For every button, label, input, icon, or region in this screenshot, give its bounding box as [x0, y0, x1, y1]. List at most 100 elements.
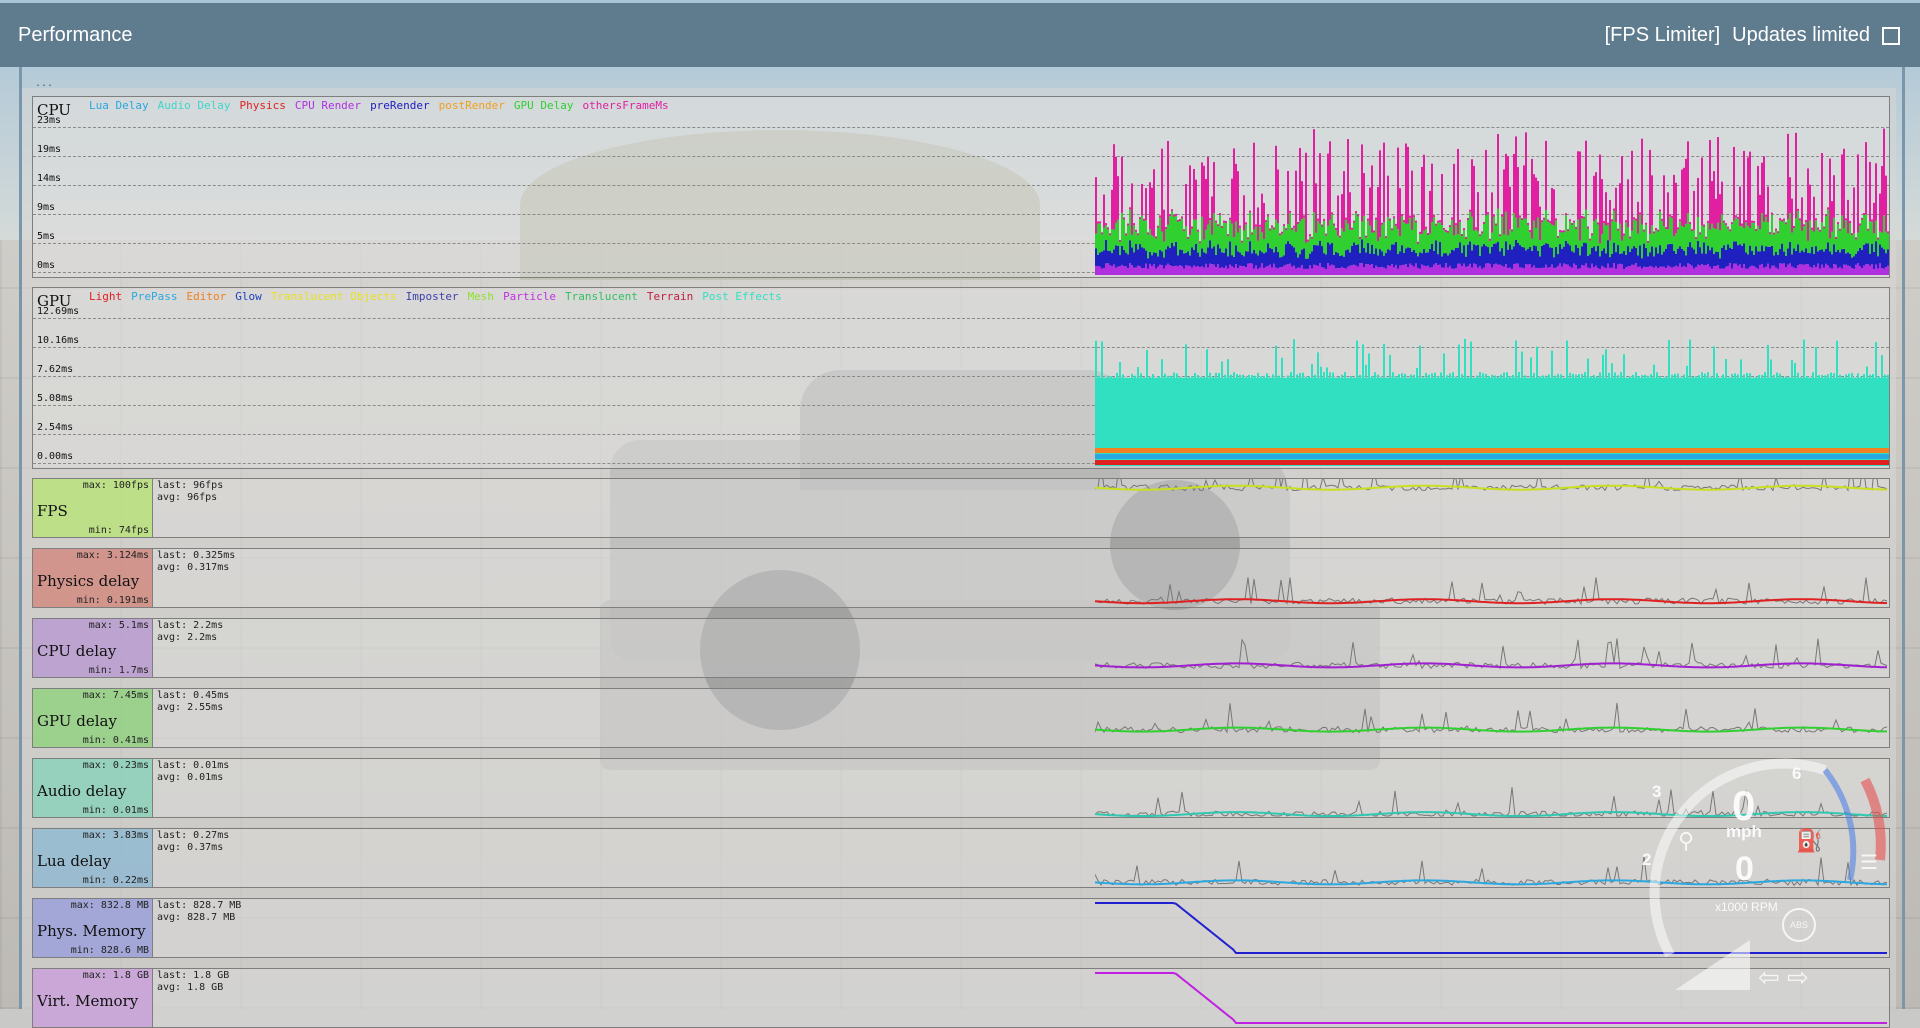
gpu-spike [1575, 375, 1577, 378]
cpu-bar [1195, 180, 1197, 220]
cpu-bar [1707, 223, 1709, 246]
cpu-bar [1141, 184, 1143, 215]
cpu-bar [1625, 267, 1627, 275]
cpu-bar [1425, 229, 1427, 253]
cpu-bar [1381, 223, 1383, 225]
cpu-bar [1877, 256, 1879, 268]
cpu-bar [1835, 237, 1837, 239]
cpu-bar [1407, 147, 1409, 224]
metric-max: max: 7.45ms [33, 690, 149, 701]
cpu-bar [1517, 228, 1519, 243]
cpu-bar [1271, 227, 1273, 248]
cpu-bar [1379, 237, 1381, 249]
cpu-bar [1427, 235, 1429, 252]
cpu-bar [1245, 267, 1247, 275]
cpu-bar [1367, 264, 1369, 275]
cpu-bar [1649, 266, 1651, 275]
updates-limited-checkbox[interactable] [1882, 27, 1900, 45]
gpu-spike [1278, 376, 1280, 378]
cpu-bar [1599, 269, 1601, 275]
cpu-bar [1125, 266, 1127, 275]
cpu-bar [1459, 264, 1461, 275]
window-titlebar[interactable]: Performance [FPS Limiter] Updates limite… [0, 3, 1920, 67]
metric-row: max: 7.45ms GPU delay min: 0.41ms last: … [32, 688, 1890, 748]
cpu-bar [1677, 249, 1679, 267]
cpu-bar [1127, 268, 1129, 275]
cpu-bar [1339, 238, 1341, 256]
gpu-spike [1602, 355, 1604, 378]
cpu-bar [1799, 253, 1801, 265]
cpu-bar [1555, 247, 1557, 268]
cpu-bar [1685, 159, 1687, 224]
cpu-bar [1763, 268, 1765, 275]
gpu-spike [1302, 373, 1304, 378]
cpu-bar [1695, 239, 1697, 254]
cpu-bar [1849, 221, 1851, 223]
cpu-bar [1313, 265, 1315, 275]
cpu-bar [1683, 227, 1685, 251]
gpu-spike [1551, 351, 1553, 378]
cpu-bar [1345, 250, 1347, 268]
cpu-bar [1779, 220, 1781, 249]
cpu-bar [1639, 266, 1641, 275]
cpu-bar [1351, 265, 1353, 275]
cpu-bar [1807, 253, 1809, 264]
cpu-bar [1707, 264, 1709, 275]
cpu-bar [1257, 269, 1259, 275]
cpu-bar [1349, 230, 1351, 253]
cpu-bar [1471, 268, 1473, 275]
cpu-bar [1325, 269, 1327, 275]
metric-name: GPU delay [37, 712, 117, 730]
cpu-bar [1155, 238, 1157, 252]
cpu-bar [1285, 230, 1287, 244]
gpu-spike [1455, 377, 1457, 378]
cpu-bar [1305, 243, 1307, 259]
cpu-bar [1649, 150, 1651, 234]
cpu-bar [1399, 236, 1401, 251]
cpu-bar [1467, 220, 1469, 245]
speed-unit: mph [1726, 822, 1762, 842]
cpu-bar [1553, 226, 1555, 257]
cpu-bar [1377, 267, 1379, 275]
cpu-bar [1551, 225, 1553, 248]
cpu-bar [1469, 241, 1471, 263]
cpu-bar [1295, 252, 1297, 268]
cpu-bar [1547, 244, 1549, 268]
cpu-bar [1635, 219, 1637, 221]
cpu-bar [1661, 219, 1663, 221]
cpu-bar [1247, 251, 1249, 263]
cpu-bar [1529, 247, 1531, 264]
cpu-bar [1421, 264, 1423, 275]
cpu-bar [1103, 268, 1105, 275]
cpu-bar [1359, 239, 1361, 253]
gpu-spike [1479, 372, 1481, 378]
cpu-bar [1133, 225, 1135, 252]
cpu-bar [1189, 165, 1191, 234]
cpu-bar [1851, 268, 1853, 275]
cpu-bar [1611, 268, 1613, 275]
cpu-bar [1775, 252, 1777, 268]
gpu-spike [1419, 346, 1421, 378]
metric-plot [1095, 689, 1889, 747]
metric-avg: avg: 96fps [157, 492, 223, 504]
cpu-bar [1831, 201, 1833, 232]
gpu-spike [1704, 374, 1706, 378]
cpu-bar [1421, 234, 1423, 253]
gpu-spike [1770, 360, 1772, 378]
cpu-bar [1821, 222, 1823, 249]
cpu-bar [1523, 268, 1525, 275]
cpu-bar [1737, 266, 1739, 275]
cpu-bar [1305, 259, 1307, 269]
cpu-bar [1451, 217, 1453, 219]
cpu-bar [1851, 233, 1853, 235]
fps-limiter-toggle[interactable]: [FPS Limiter] [1605, 24, 1721, 47]
cpu-bar [1121, 213, 1123, 246]
cpu-bar [1225, 266, 1227, 275]
cpu-bar [1539, 268, 1541, 275]
cpu-bar [1621, 264, 1623, 275]
cpu-bar [1319, 263, 1321, 275]
cpu-bar [1211, 196, 1213, 234]
cpu-bar [1219, 248, 1221, 268]
cpu-bar [1457, 149, 1459, 234]
cpu-bar [1387, 176, 1389, 217]
